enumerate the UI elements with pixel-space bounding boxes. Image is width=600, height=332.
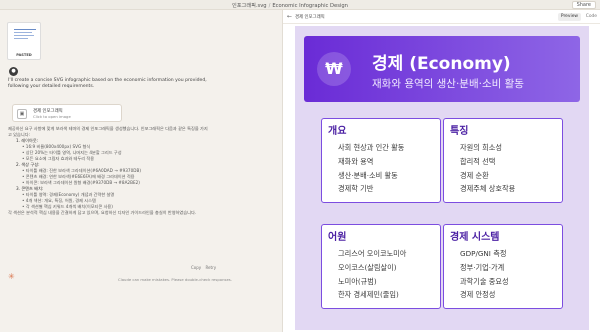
thumb-line: [14, 38, 28, 39]
response-closing: 각 섹션은 분석적 핵심 내용을 간결하게 담고 있으며, 요청하신 디자인 가…: [8, 210, 197, 215]
card-item: 경제 순환: [460, 170, 489, 180]
won-coin-icon: ₩: [317, 52, 351, 86]
card-item: 재화와 용역: [338, 156, 374, 166]
chat-panel: PASTED ● I'll create a concise SVG infog…: [0, 10, 282, 332]
pasted-tag: PASTED: [16, 53, 32, 57]
card-features: 특징 자원의 희소성 합리적 선택 경제 순환 경제주체 상호작용: [443, 118, 563, 203]
top-bar: 인포그래픽.svg / Economic Infographic Design Sh…: [0, 0, 600, 10]
card-item: 경제주체 상호작용: [460, 184, 516, 194]
infographic-subtitle: 재화와 용역의 생산·분배·소비 활동: [372, 78, 524, 90]
card-item: 오이코스(살림살이): [338, 262, 397, 272]
card-title: 개요: [328, 126, 347, 137]
artifact-panel: ← 경제 인포그래픽 Preview Code ₩ 경제 (Economy) 재…: [282, 10, 600, 332]
copy-button[interactable]: Copy: [191, 265, 201, 270]
breadcrumb-file[interactable]: 인포그래픽.svg: [232, 3, 267, 9]
artifact-panel-title: 경제 인포그래픽: [295, 15, 325, 20]
response-lead: 제공하신 요구 사항에 맞게 보라색 테마의 경제 인포그래픽을 생성했습니다.…: [8, 126, 208, 137]
thumb-line: [14, 29, 36, 30]
disclaimer: Claude can make mistakes. Please double-…: [118, 277, 232, 282]
message-actions: Copy Retry: [188, 265, 216, 270]
infographic-canvas: ₩ 경제 (Economy) 재화와 용역의 생산·분배·소비 활동 개요 사회…: [295, 26, 589, 330]
card-item: 경제 안정성: [460, 290, 496, 300]
pasted-attachment[interactable]: PASTED: [7, 22, 41, 60]
tab-preview[interactable]: Preview: [557, 13, 581, 21]
card-economic-system: 경제 시스템 GDP/GNI 측정 정부·기업·가계 과학기술 중요성 경제 안…: [443, 224, 563, 309]
user-avatar: ●: [9, 67, 18, 76]
card-item: 한자 경세제민(줄임): [338, 290, 399, 300]
card-etymology: 어원 그리스어 오이코노미아 오이코스(살림살이) 노미아(규범) 한자 경세제…: [321, 224, 441, 309]
artifact-toolbar: ← 경제 인포그래픽 Preview Code: [283, 10, 600, 24]
breadcrumb-separator: /: [268, 3, 271, 9]
card-title: 특징: [450, 126, 469, 137]
card-item: 경제학 기반: [338, 184, 374, 194]
infographic-header: ₩ 경제 (Economy) 재화와 용역의 생산·분배·소비 활동: [304, 36, 580, 102]
card-item: 정부·기업·가계: [460, 262, 505, 272]
breadcrumb-title[interactable]: Economic Infographic Design: [272, 3, 348, 9]
card-item: 그리스어 오이코노미아: [338, 249, 407, 258]
assistant-response: 제공하신 요구 사항에 맞게 보라색 테마의 경제 인포그래픽을 생성했습니다.…: [8, 126, 208, 216]
back-arrow-icon[interactable]: ←: [287, 13, 292, 20]
card-item: GDP/GNI 측정: [460, 249, 507, 258]
share-button[interactable]: Share: [571, 1, 596, 9]
card-item: 과학기술 중요성: [460, 276, 509, 286]
thumb-line: [14, 35, 34, 36]
assistant-intro: I'll create a concise SVG infographic ba…: [8, 78, 207, 90]
card-item: 노미아(규범): [338, 276, 377, 286]
card-title: 어원: [328, 232, 347, 243]
tab-code[interactable]: Code: [586, 13, 597, 21]
thumb-line: [14, 32, 32, 33]
retry-button[interactable]: Retry: [205, 265, 216, 270]
breadcrumb: 인포그래픽.svg / Economic Infographic Design: [232, 2, 348, 9]
card-overview: 개요 사회 현상과 인간 활동 재화와 용역 생산·분배·소비 활동 경제학 기…: [321, 118, 441, 203]
image-icon: ▣: [17, 109, 27, 119]
artifact-card[interactable]: ▣ 경제 인포그래픽 Click to open image: [12, 104, 122, 122]
card-title: 경제 시스템: [450, 232, 500, 243]
artifact-subtitle: Click to open image: [33, 114, 71, 119]
card-item: 생산·분배·소비 활동: [338, 170, 398, 180]
card-item: 합리적 선택: [460, 156, 496, 166]
card-item: 사회 현상과 인간 활동: [338, 143, 405, 152]
card-item: 자원의 희소성: [460, 143, 502, 152]
claude-spark-icon: ✳: [8, 272, 15, 281]
infographic-title: 경제 (Economy): [372, 54, 511, 74]
